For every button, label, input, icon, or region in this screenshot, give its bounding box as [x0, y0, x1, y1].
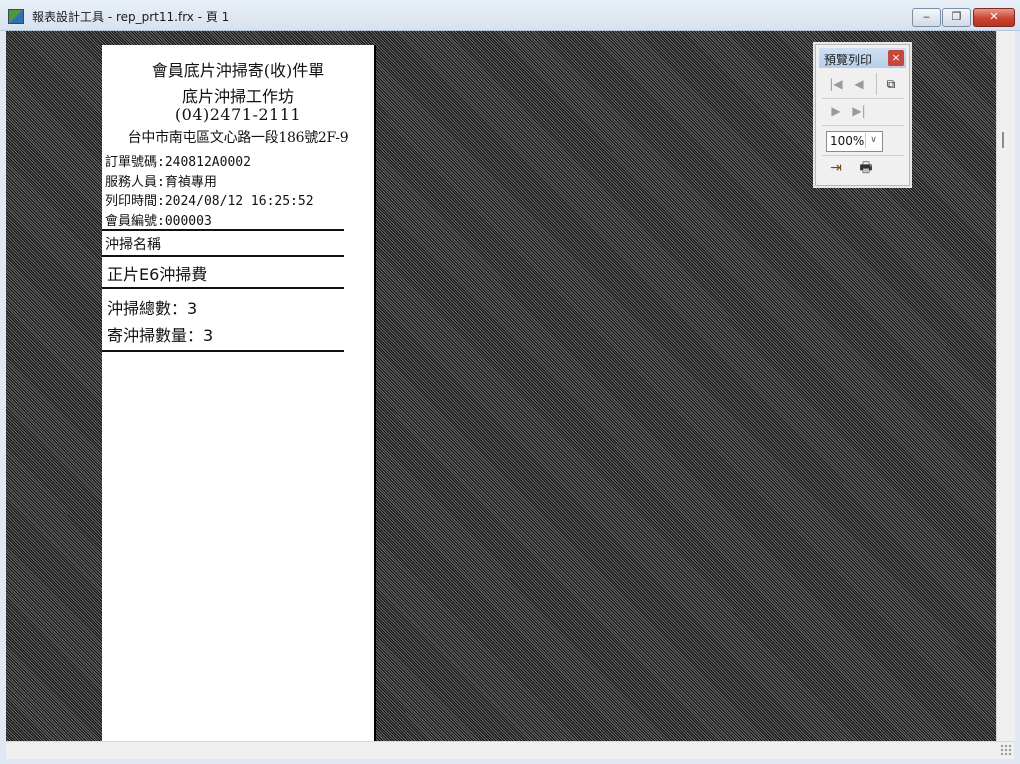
- minimize-button[interactable]: ‒: [912, 8, 941, 27]
- divider-line: [102, 229, 344, 231]
- report-address: 台中市南屯區文心路一段186號2F-9: [127, 130, 349, 146]
- print-time: 列印時間:2024/08/12 16:25:52: [105, 194, 314, 209]
- zoom-value: 100%: [830, 134, 865, 148]
- divider-line: [102, 287, 344, 289]
- item-name: 正片E6沖掃費: [107, 265, 208, 284]
- toolbar-separator: [822, 125, 904, 126]
- total-count: 沖掃總數：3: [107, 299, 198, 318]
- copy-icon[interactable]: ⧉: [881, 74, 901, 94]
- last-page-icon[interactable]: ▶|: [849, 101, 869, 121]
- exit-icon[interactable]: ⇥: [826, 158, 846, 178]
- toolbar-separator: [822, 98, 904, 99]
- send-count: 寄沖掃數量：3: [107, 326, 214, 345]
- toolbar-separator: [876, 73, 877, 95]
- window-title: 報表設計工具 - rep_prt11.frx - 頁 1: [32, 10, 230, 24]
- print-preview-toolbar: 預覽列印 × |◀ ◀ ⧉ ▶ ▶| 100% ∨ ⇥ 🖶: [815, 44, 910, 186]
- vertical-scrollbar-thumb[interactable]: [1002, 132, 1004, 148]
- restore-button[interactable]: ❐: [942, 8, 971, 27]
- zoom-select[interactable]: 100% ∨: [826, 131, 883, 152]
- first-page-icon[interactable]: |◀: [826, 74, 846, 94]
- title-bar: 報表設計工具 - rep_prt11.frx - 頁 1 ‒ ❐ ✕: [0, 0, 1020, 31]
- previous-page-icon[interactable]: ◀: [849, 74, 869, 94]
- next-page-icon[interactable]: ▶: [826, 101, 846, 121]
- member-number: 會員編號:000003: [105, 214, 212, 229]
- printer-icon[interactable]: 🖶: [856, 158, 876, 178]
- chevron-down-icon[interactable]: ∨: [865, 133, 881, 148]
- report-page: 會員底片沖掃寄(收)件單 底片沖掃工作坊 (04)2471-2111 台中市南屯…: [102, 45, 374, 741]
- report-phone: (04)2471-2111: [174, 105, 302, 124]
- page-shadow: [374, 45, 376, 741]
- divider-line: [102, 350, 344, 352]
- vertical-scrollbar[interactable]: [996, 31, 1015, 741]
- order-number: 訂單號碼:240812A0002: [105, 155, 251, 170]
- app-icon: [8, 9, 24, 24]
- resize-grip[interactable]: [1000, 744, 1012, 756]
- staff-name: 服務人員:育禎專用: [105, 175, 217, 190]
- toolbar-title: 預覽列印: [824, 53, 873, 67]
- close-button[interactable]: ✕: [973, 8, 1015, 27]
- divider-line: [102, 255, 344, 257]
- toolbar-close-button[interactable]: ×: [888, 50, 904, 66]
- report-shop-name: 底片沖掃工作坊: [181, 87, 294, 106]
- horizontal-scrollbar[interactable]: [6, 741, 1014, 759]
- toolbar-header[interactable]: 預覽列印 ×: [819, 48, 906, 68]
- column-header: 沖掃名稱: [105, 237, 161, 253]
- report-title: 會員底片沖掃寄(收)件單: [151, 61, 325, 80]
- toolbar-separator: [822, 155, 904, 156]
